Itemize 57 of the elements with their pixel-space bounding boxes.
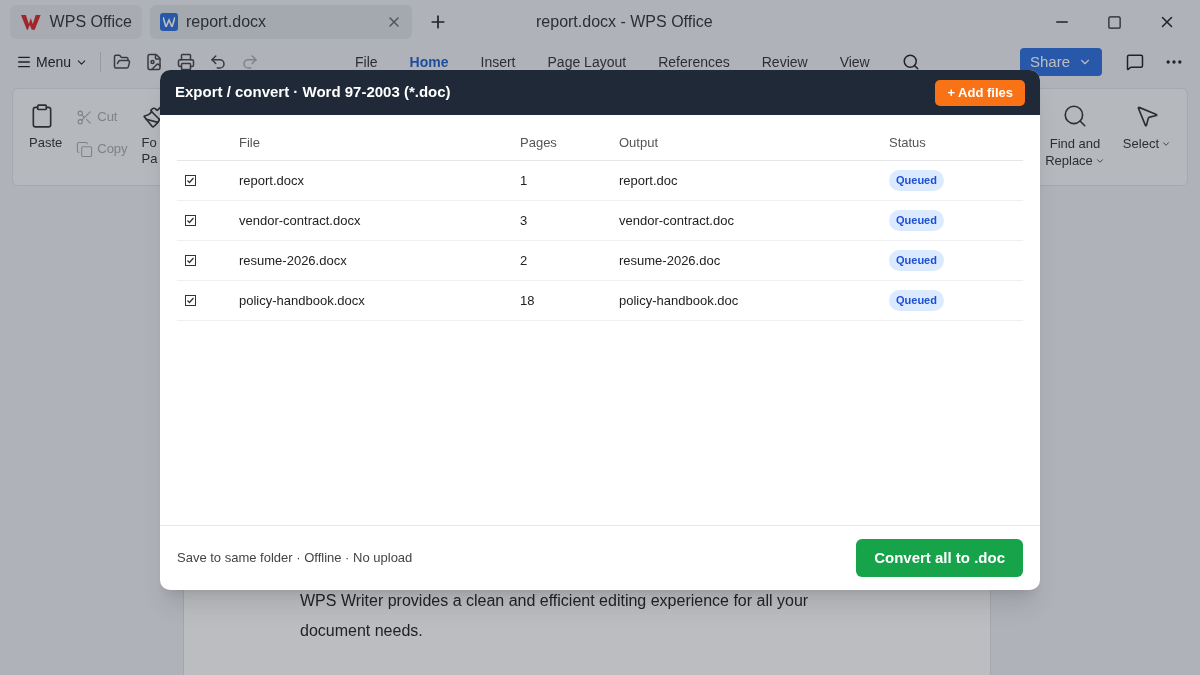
column-header: Status [889,133,927,152]
page-count: 3 [520,211,529,230]
search-icon[interactable] [901,53,920,71]
checkbox[interactable] [185,255,196,266]
page-count: 2 [520,251,529,270]
convert-button[interactable]: Convert all to .doc [856,539,1023,577]
copy-icon [76,140,94,158]
page-count: 18 [520,291,536,310]
status-badge: Queued [889,210,944,231]
status-badge: Queued [889,290,944,311]
app-tab[interactable]: WPS Office [10,5,142,39]
dialog-title: Export / convert · Word 97-2003 (*.doc) [175,82,452,103]
scissors-icon [76,108,94,126]
ribbon-tab[interactable]: File [355,54,378,70]
file-name: resume-2026.docx [239,251,348,270]
undo-icon[interactable] [209,53,228,71]
ribbon-tab[interactable]: Insert [480,54,516,70]
checkbox[interactable] [185,215,196,226]
window-title: report.docx - WPS Office [536,12,713,32]
status-badge: Queued [889,170,944,191]
comment-icon[interactable] [1126,53,1144,71]
folder-icon[interactable] [113,53,132,71]
search-icon [1062,103,1088,129]
checkbox[interactable] [185,175,196,186]
footer-note: Save to same folder · Offline · No upload [177,549,414,568]
ribbon-tab[interactable]: Page Layout [547,54,627,70]
ribbon-tab[interactable]: Home [409,54,449,70]
document-text: WPS Writer provides a clean and efficient editing experience for all your document needs. [300,591,810,641]
ribbon-tab[interactable]: References [658,54,730,70]
menu-button[interactable]: Menu [16,51,89,73]
column-header: Pages [520,133,558,152]
app-tab[interactable]: report.docx [150,5,412,39]
share-button[interactable]: Share [1019,48,1102,76]
column-header: Output [619,133,660,152]
redo-icon[interactable] [241,53,260,71]
status-badge: Queued [889,250,944,271]
logo-icon [20,13,42,31]
maximize-icon[interactable] [1107,14,1122,30]
ribbon-tab[interactable]: Review [761,54,808,70]
output-name: resume-2026.doc [619,251,722,270]
file-name: vendor-contract.docx [239,211,362,230]
column-header: File [239,133,261,152]
document-icon [160,13,178,31]
file-icon[interactable] [145,53,164,71]
printer-icon[interactable] [177,53,196,71]
output-name: vendor-contract.doc [619,211,735,230]
output-name: report.doc [619,171,679,190]
page-count: 1 [520,171,529,190]
ribbon-tab[interactable]: View [839,54,870,70]
ribbon-button[interactable]: Paste [29,103,63,151]
menu-icon [16,54,32,70]
file-name: policy-handbook.docx [239,291,366,310]
output-name: policy-handbook.doc [619,291,740,310]
checkbox[interactable] [185,295,196,306]
file-name: report.docx [239,171,306,190]
ribbon-button[interactable]: Select [1122,103,1171,152]
ribbon-button[interactable]: Find and Replace [1045,103,1105,169]
